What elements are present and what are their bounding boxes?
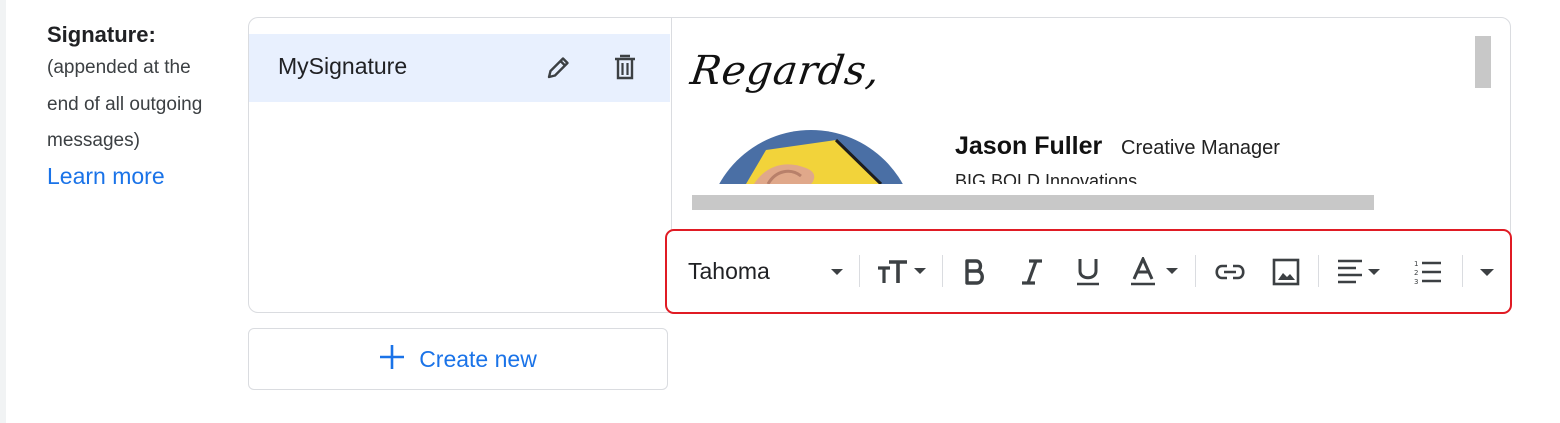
numbered-list-icon[interactable]: 1 2 3: [1414, 231, 1442, 312]
font-family-dropdown[interactable]: Tahoma: [688, 231, 770, 312]
text-color-icon[interactable]: [1130, 231, 1180, 312]
toolbar-divider: [1462, 255, 1463, 287]
formatting-toolbar: Tahoma 1 2 3: [665, 229, 1512, 314]
avatar: [706, 130, 916, 184]
contact-role: Creative Manager: [1121, 137, 1280, 159]
pencil-icon[interactable]: [542, 52, 574, 84]
contact-name: Jason Fuller: [955, 132, 1103, 160]
font-family-label: Tahoma: [688, 258, 770, 284]
signature-title: Signature:: [47, 22, 156, 47]
font-size-icon[interactable]: [876, 231, 928, 312]
signature-list-item[interactable]: MySignature: [249, 34, 670, 102]
create-new-label: Create new: [419, 345, 537, 372]
link-icon[interactable]: [1214, 231, 1246, 312]
contact-company-clip: BIG BOLD Innovations: [955, 166, 1255, 184]
toolbar-divider: [1318, 255, 1319, 287]
horizontal-scrollbar[interactable]: [692, 195, 1374, 210]
signature-list: MySignature: [249, 18, 672, 312]
svg-text:3: 3: [1414, 278, 1418, 286]
chevron-down-icon[interactable]: [830, 231, 844, 312]
underline-icon[interactable]: [1075, 231, 1101, 312]
learn-more-link[interactable]: Learn more: [47, 159, 165, 193]
signature-name: MySignature: [278, 53, 408, 79]
signature-description-line: end of all outgoing: [47, 93, 203, 115]
signature-greeting: Regards,: [687, 48, 884, 94]
more-options-icon[interactable]: [1479, 231, 1495, 312]
svg-text:2: 2: [1414, 269, 1418, 277]
italic-icon[interactable]: [1020, 231, 1044, 312]
toolbar-divider: [942, 255, 943, 287]
trash-icon[interactable]: [610, 51, 640, 83]
signature-description-line: messages): [47, 130, 140, 151]
create-new-button[interactable]: Create new: [248, 328, 668, 390]
bold-icon[interactable]: [963, 231, 987, 312]
signature-label-column: Signature: (appended at the end of all o…: [47, 20, 237, 193]
page-edge: [0, 0, 6, 423]
align-icon[interactable]: [1337, 231, 1381, 312]
toolbar-divider: [859, 255, 860, 287]
contact-company: BIG BOLD Innovations: [955, 171, 1138, 184]
signature-description-line: (appended at the: [47, 57, 191, 78]
image-icon[interactable]: [1272, 231, 1300, 312]
toolbar-divider: [1195, 255, 1196, 287]
plus-icon: [379, 344, 405, 375]
svg-text:1: 1: [1414, 260, 1418, 268]
signature-preview[interactable]: Regards, Jason Fuller Creative Manager B…: [671, 18, 1510, 230]
vertical-scrollbar[interactable]: [1475, 36, 1491, 88]
